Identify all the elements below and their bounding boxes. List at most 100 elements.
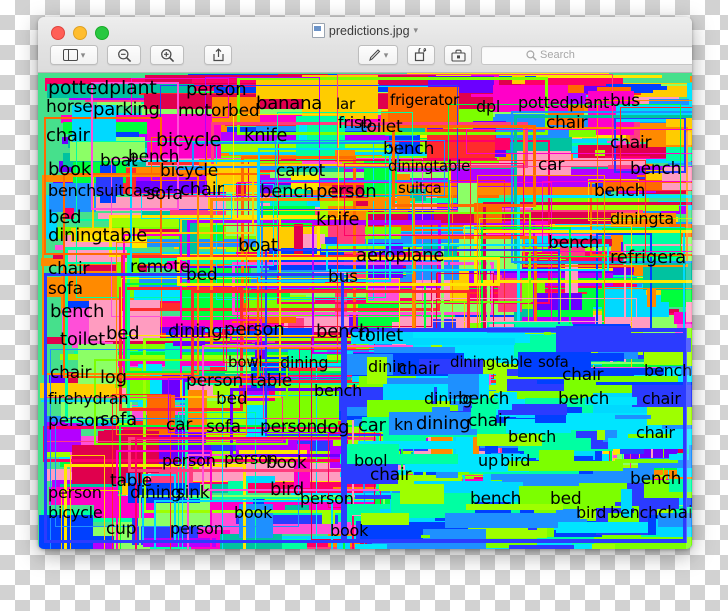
class-label: aeroplane [356, 245, 445, 266]
class-label: chair [610, 133, 652, 153]
chevron-down-icon: ▾ [383, 49, 389, 60]
class-label: motorbed [178, 101, 260, 121]
vertical-scrollbar[interactable] [686, 131, 691, 549]
class-label: banana [256, 93, 323, 114]
class-label: bed [106, 323, 140, 344]
class-label: suitca [398, 179, 442, 197]
class-label: dining [280, 353, 329, 372]
class-label: bench [558, 389, 610, 409]
class-label: bench [548, 233, 600, 253]
class-label: person [224, 319, 285, 340]
class-label: sofa [206, 417, 241, 437]
jpeg-document-icon [311, 23, 325, 38]
class-label: bench [260, 181, 315, 202]
class-label: knife [244, 125, 288, 146]
class-label: book [266, 453, 307, 473]
class-label: bench [644, 361, 692, 380]
class-label: parking [93, 99, 160, 120]
class-label: bus [610, 91, 640, 111]
class-label: frigerator [390, 91, 459, 109]
class-label: dining [416, 413, 471, 434]
class-label: dining [168, 321, 223, 342]
class-label: person [300, 489, 354, 508]
class-label: sofa [100, 409, 137, 430]
share-upload-icon [212, 48, 224, 62]
class-label: bed [216, 389, 248, 409]
bounding-box [354, 544, 387, 549]
class-label: chair [398, 359, 440, 379]
class-label: person [48, 483, 102, 502]
class-label: sink [176, 483, 210, 503]
class-label: chair [468, 411, 510, 431]
class-label: boat [238, 235, 278, 256]
class-label: diningtable [388, 157, 471, 175]
class-label: toilet [60, 329, 106, 350]
bounding-box [591, 544, 616, 549]
class-label: bowl [228, 353, 263, 371]
class-label: bicycle [48, 503, 103, 522]
class-label: firehydran [48, 389, 129, 408]
class-label: diningtable [48, 225, 148, 246]
class-label: dining [130, 483, 182, 503]
rotate-button[interactable] [407, 45, 435, 65]
class-label: sofa [48, 279, 83, 299]
class-label: bench [50, 301, 105, 322]
class-label: person [162, 451, 216, 470]
magnifier-plus-icon [160, 48, 174, 62]
class-label: bench [383, 139, 435, 159]
document-title-area[interactable]: predictions.jpg ▾ [38, 23, 692, 38]
chevron-down-icon: ▾ [80, 49, 86, 60]
class-label: bench [630, 469, 682, 489]
class-label: bench [314, 381, 363, 400]
class-label: bench [630, 159, 682, 179]
class-label: bench [470, 489, 522, 509]
class-label: bench [48, 181, 97, 200]
class-label: diningtable [450, 353, 533, 371]
class-label: pottedplant [518, 93, 610, 112]
class-label: table [250, 371, 293, 391]
share-button[interactable] [204, 45, 232, 65]
zoom-out-button[interactable] [107, 45, 141, 65]
chevron-down-icon[interactable]: ▾ [414, 25, 419, 36]
search-placeholder: Search [540, 49, 575, 61]
toolbox-button[interactable] [444, 45, 472, 65]
class-label: chair [48, 259, 90, 279]
class-label: chair [50, 363, 92, 383]
class-label: cup [106, 519, 137, 539]
class-label: dpl [476, 97, 501, 116]
rotate-left-icon [414, 48, 427, 62]
toolbox-icon [450, 49, 466, 62]
class-label: car [358, 415, 386, 436]
class-label: diningta [610, 209, 674, 228]
class-label: toilet [360, 117, 403, 137]
object-detection-prediction-image[interactable]: pottedplant horse person parking motorbed ban… [38, 73, 692, 549]
class-label: book [234, 503, 273, 522]
class-label: remote [130, 257, 190, 277]
toolbar-right-group: ▾ Search [358, 45, 692, 65]
class-label: bed [186, 265, 218, 285]
search-field[interactable]: Search [481, 45, 692, 65]
pen-markup-icon [368, 48, 381, 61]
class-label: bird [500, 451, 531, 470]
sidebar-icon [62, 49, 78, 61]
class-label: chair [562, 365, 604, 385]
class-label: dog [316, 417, 350, 438]
class-label: person [260, 417, 318, 437]
sidebar-toggle-button[interactable]: ▾ [50, 45, 98, 65]
class-label: bird [576, 503, 607, 522]
markup-button[interactable]: ▾ [358, 45, 398, 65]
class-label: bench [594, 181, 646, 201]
zoom-in-button[interactable] [150, 45, 184, 65]
class-label: up [478, 451, 498, 470]
class-label: book [48, 159, 92, 180]
preview-window: predictions.jpg ▾ ▾ ▾ Search pottedplant… [38, 17, 692, 549]
class-label: person [170, 519, 224, 538]
class-label: bench [508, 427, 557, 446]
class-label: kn [394, 415, 414, 434]
class-label: chair [636, 423, 675, 442]
class-label: chair [46, 125, 90, 146]
toolbar-left-group: ▾ [50, 45, 232, 65]
class-label: bicycle [160, 161, 219, 181]
class-label: chair [546, 113, 588, 133]
class-label: lar [336, 95, 355, 113]
